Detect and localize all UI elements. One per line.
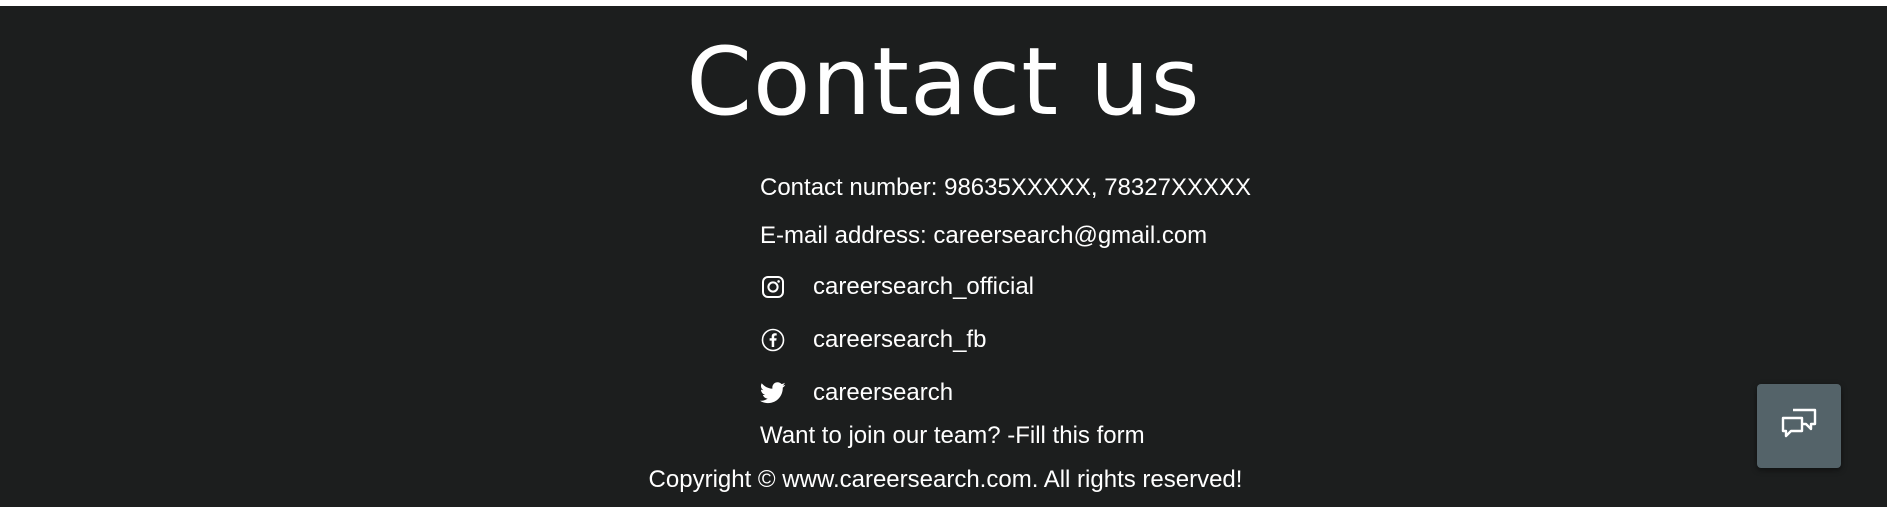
instagram-icon bbox=[760, 274, 786, 300]
social-facebook[interactable]: careersearch_fb bbox=[760, 325, 986, 355]
contact-number: Contact number: 98635XXXXX, 78327XXXXX bbox=[760, 174, 1251, 201]
twitter-handle[interactable]: careersearch bbox=[813, 379, 953, 407]
contact-title: Contact us bbox=[686, 28, 1201, 137]
twitter-icon bbox=[760, 380, 786, 406]
chat-bubbles-icon bbox=[1780, 406, 1818, 447]
instagram-handle[interactable]: careersearch_official bbox=[813, 273, 1034, 301]
facebook-icon bbox=[760, 327, 786, 353]
contact-footer: Contact us Contact number: 98635XXXXX, 7… bbox=[0, 6, 1887, 507]
email-address: E-mail address: careersearch@gmail.com bbox=[760, 222, 1208, 249]
social-twitter[interactable]: careersearch bbox=[760, 378, 953, 408]
copyright: Copyright © www.careersearch.com. All ri… bbox=[0, 465, 1887, 495]
social-instagram[interactable]: careersearch_official bbox=[760, 272, 1034, 302]
facebook-handle[interactable]: careersearch_fb bbox=[813, 326, 986, 354]
chat-button[interactable] bbox=[1757, 384, 1841, 468]
copyright-text: Copyright © www.careersearch.com. All ri… bbox=[648, 466, 1243, 493]
join-team-link[interactable]: Want to join our team? -Fill this form bbox=[760, 421, 1145, 451]
